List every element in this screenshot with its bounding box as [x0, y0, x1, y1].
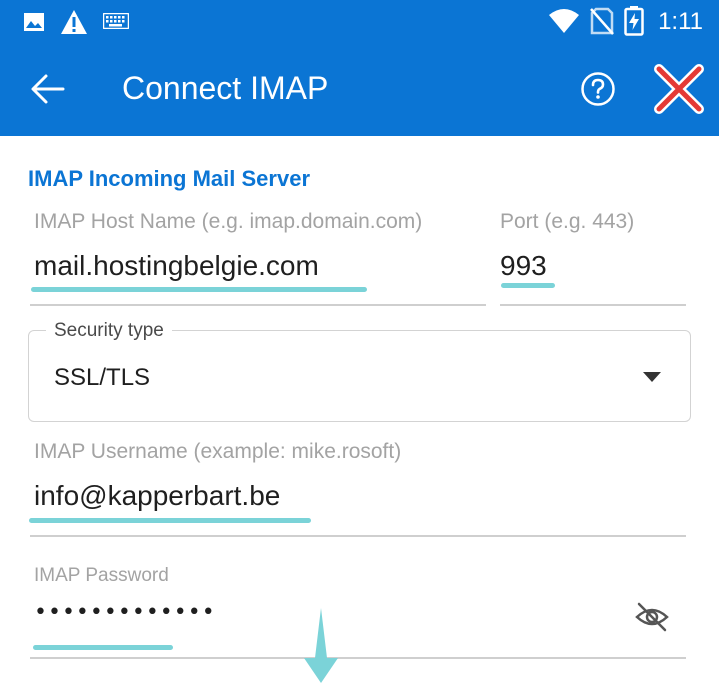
- help-icon[interactable]: [580, 71, 616, 107]
- username-label: IMAP Username (example: mike.rosoft): [34, 440, 402, 463]
- warning-icon: [61, 10, 87, 34]
- password-underline: [30, 657, 686, 659]
- username-input[interactable]: info@kapperbart.be: [34, 480, 280, 512]
- back-arrow-icon[interactable]: [30, 73, 66, 105]
- close-icon[interactable]: [654, 64, 704, 114]
- username-highlight: [29, 518, 311, 523]
- dropdown-arrow-icon[interactable]: [642, 371, 662, 383]
- host-name-highlight: [31, 287, 367, 292]
- port-label: Port (e.g. 443): [500, 210, 635, 233]
- no-sim-icon: [590, 7, 614, 35]
- password-input[interactable]: •••••••••••••: [34, 600, 216, 625]
- security-type-value: SSL/TLS: [54, 364, 151, 391]
- password-highlight: [33, 645, 173, 650]
- port-highlight: [501, 283, 555, 288]
- security-type-label: Security type: [46, 320, 172, 342]
- keyboard-icon: [103, 13, 129, 29]
- pointer-arrow-icon: [304, 608, 338, 683]
- app-bar: 1:11 Connect IMAP: [0, 0, 719, 136]
- port-input[interactable]: 993: [500, 250, 547, 282]
- section-title: IMAP Incoming Mail Server: [28, 166, 311, 191]
- battery-charging-icon: [624, 6, 644, 36]
- wifi-icon: [549, 9, 579, 33]
- host-name-underline: [30, 304, 486, 306]
- password-label: IMAP Password: [34, 565, 169, 586]
- image-notification-icon: [24, 13, 44, 31]
- username-underline: [30, 535, 686, 537]
- host-name-label: IMAP Host Name (e.g. imap.domain.com): [34, 210, 423, 233]
- page-title: Connect IMAP: [122, 70, 329, 106]
- status-time: 1:11: [658, 8, 703, 35]
- host-name-input[interactable]: mail.hostingbelgie.com: [34, 250, 319, 282]
- visibility-off-icon[interactable]: [634, 599, 670, 635]
- port-underline: [500, 304, 686, 306]
